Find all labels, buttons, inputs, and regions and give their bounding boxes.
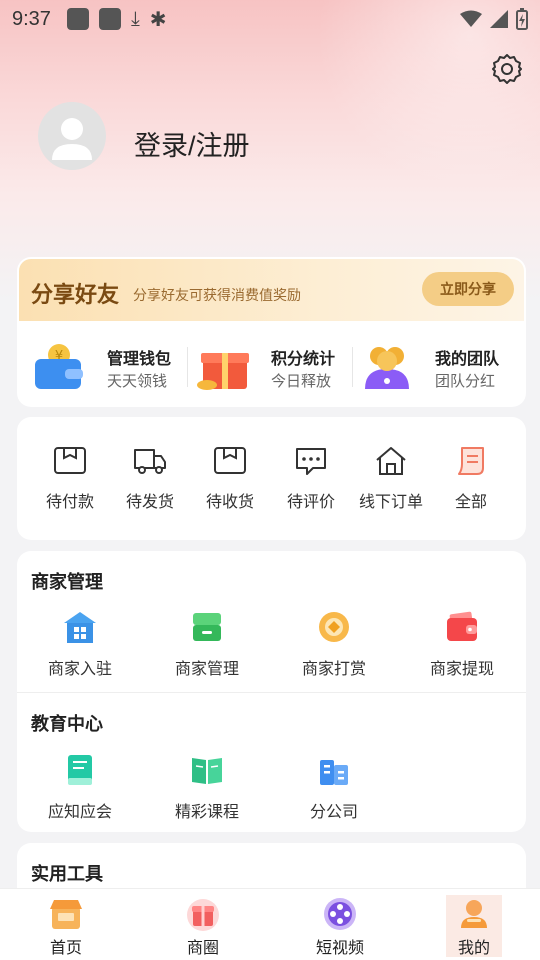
section-title-tools: 实用工具 — [31, 864, 103, 884]
store-icon — [376, 447, 406, 475]
feature-title: 我的团队 — [435, 351, 500, 368]
section-title-education: 教育中心 — [31, 714, 103, 734]
order-pending-ship[interactable]: 待发货 — [110, 442, 190, 512]
gift-icon — [197, 353, 249, 390]
wallet-icon: ¥ — [35, 344, 83, 389]
share-card: 分享好友 分享好友可获得消费值奖励 立即分享 ¥ 管理钱包 天天领钱 积分统计 … — [17, 257, 526, 407]
status-indicators — [460, 8, 528, 30]
status-time: 9:37 — [12, 7, 51, 30]
truck-icon — [134, 449, 166, 474]
share-banner: 分享好友 分享好友可获得消费值奖励 立即分享 — [19, 259, 524, 321]
bug-icon: ✱ — [149, 8, 167, 31]
feature-points[interactable]: 积分统计 今日释放 — [181, 337, 346, 397]
order-label: 待评价 — [286, 494, 335, 511]
tab-short-video[interactable]: 短视频 — [310, 895, 370, 957]
section-title-merchant: 商家管理 — [31, 572, 103, 592]
order-label: 线下订单 — [358, 494, 423, 511]
share-now-button[interactable]: 立即分享 — [422, 272, 514, 306]
film-reel-icon — [324, 898, 356, 930]
feature-title: 管理钱包 — [107, 351, 172, 368]
team-icon — [365, 347, 409, 389]
education-item-label: 分公司 — [309, 804, 358, 821]
order-label: 全部 — [454, 494, 487, 511]
book-icon — [68, 755, 92, 785]
store-manage-icon — [193, 613, 221, 641]
order-label: 待付款 — [45, 494, 94, 511]
avatar[interactable] — [38, 102, 106, 170]
merchant-manage[interactable]: 商家管理 — [152, 609, 262, 679]
battery-icon — [516, 8, 528, 30]
order-label: 待收货 — [205, 494, 254, 511]
feature-title: 积分统计 — [271, 351, 336, 368]
bottom-tab-bar: 首页 商圈 短视频 我的 — [0, 888, 540, 960]
signal-icon — [490, 10, 508, 28]
login-register-link[interactable]: 登录/注册 — [134, 124, 250, 163]
education-courses[interactable]: 精彩课程 — [152, 752, 262, 822]
open-book-icon — [192, 758, 222, 784]
comment-icon — [296, 448, 326, 475]
merchant-item-label: 商家入驻 — [47, 661, 112, 678]
section-divider — [17, 692, 526, 693]
gift-box-icon — [187, 899, 219, 931]
services-card: 商家管理 商家入驻 商家管理 商家打赏 商家提现 教育中心 应知应会 精彩课程 … — [17, 551, 526, 832]
tab-label: 我的 — [457, 940, 490, 957]
order-label: 待发货 — [125, 494, 174, 511]
merchant-item-label: 商家打赏 — [301, 661, 366, 678]
merchant-join[interactable]: 商家入驻 — [25, 609, 135, 679]
orders-card: 待付款 待发货 待收货 待评价 线下订单 全部 — [17, 417, 526, 540]
settings-button[interactable] — [490, 52, 524, 86]
status-bar: 9:37 ⤓ ✱ — [0, 0, 540, 38]
user-placeholder-icon — [52, 118, 92, 160]
tab-label: 短视频 — [315, 940, 364, 957]
building-icon — [320, 760, 348, 785]
wifi-icon — [460, 10, 482, 27]
tab-home[interactable]: 首页 — [36, 895, 96, 957]
education-knowledge[interactable]: 应知应会 — [25, 752, 135, 822]
coin-icon — [319, 612, 349, 642]
feature-team[interactable]: 我的团队 团队分红 — [345, 337, 510, 397]
gear-icon — [492, 54, 522, 84]
share-subtitle: 分享好友可获得消费值奖励 — [133, 287, 301, 303]
education-item-label: 应知应会 — [47, 804, 112, 821]
download-icon: ⤓ — [130, 7, 140, 30]
document-icon — [458, 447, 484, 475]
home-shop-icon — [50, 900, 82, 929]
tab-business-circle[interactable]: 商圈 — [173, 895, 233, 957]
feature-subtitle: 天天领钱 — [107, 373, 168, 390]
order-offline[interactable]: 线下订单 — [351, 442, 431, 512]
feature-wallet[interactable]: ¥ 管理钱包 天天领钱 — [17, 337, 182, 397]
tab-label: 首页 — [49, 940, 82, 957]
notification-icon — [98, 8, 121, 30]
order-pending-payment[interactable]: 待付款 — [30, 442, 110, 512]
tab-label: 商圈 — [186, 940, 219, 957]
notification-icon — [66, 8, 89, 30]
education-item-label: 精彩课程 — [174, 804, 239, 821]
wallet-red-icon — [447, 611, 477, 641]
box-icon — [214, 447, 246, 474]
tab-mine[interactable]: 我的 — [446, 895, 502, 957]
profile-icon — [461, 900, 487, 928]
share-title: 分享好友 — [31, 282, 120, 307]
merchant-item-label: 商家管理 — [174, 661, 239, 678]
feature-subtitle: 团队分红 — [435, 373, 496, 390]
order-pending-review[interactable]: 待评价 — [271, 442, 351, 512]
merchant-reward[interactable]: 商家打赏 — [279, 609, 389, 679]
pending-payment-icon — [54, 447, 86, 474]
merchant-withdraw[interactable]: 商家提现 — [407, 609, 517, 679]
education-branch[interactable]: 分公司 — [279, 752, 389, 822]
order-all[interactable]: 全部 — [431, 442, 511, 512]
merchant-item-label: 商家提现 — [429, 661, 494, 678]
shop-icon — [64, 612, 96, 643]
feature-subtitle: 今日释放 — [271, 373, 332, 390]
order-pending-receive[interactable]: 待收货 — [190, 442, 270, 512]
